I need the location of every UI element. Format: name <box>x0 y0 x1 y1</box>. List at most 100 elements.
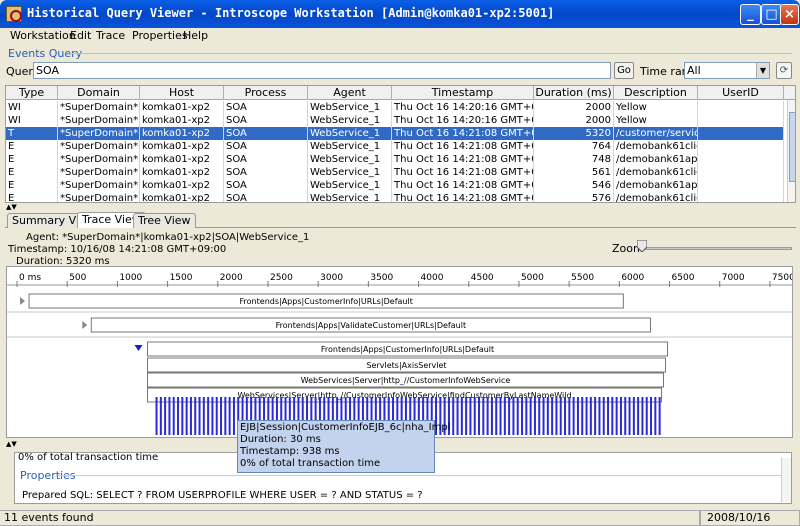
axis-tick-label: 6000 <box>621 273 644 283</box>
refresh-button[interactable]: ⟳ <box>776 62 792 79</box>
table-row[interactable]: E *SuperDomain* komka01-xp2 SOA WebService_1… <box>6 192 784 202</box>
table-cell: 2000 <box>534 114 614 127</box>
table-cell: *SuperDomain* <box>60 101 140 114</box>
call-bar <box>228 397 231 435</box>
zoom-slider-thumb[interactable] <box>637 240 647 252</box>
call-bar <box>181 397 184 435</box>
column-header[interactable]: Type <box>6 86 58 100</box>
table-row[interactable]: E *SuperDomain* komka01-xp2 SOA WebService_1… <box>6 140 784 153</box>
menu-edit[interactable]: Edit <box>70 29 91 42</box>
call-bar <box>632 397 635 435</box>
menu-workstation[interactable]: Workstation <box>10 29 76 42</box>
column-header[interactable]: Agent <box>308 86 392 100</box>
call-bar <box>628 397 631 435</box>
axis-tick-label: 5500 <box>571 273 594 283</box>
table-cell: SOA <box>224 114 308 127</box>
call-bar <box>546 397 549 435</box>
maximize-button[interactable]: □ <box>761 4 782 25</box>
call-bar <box>572 397 575 435</box>
call-bar <box>460 397 463 435</box>
call-bar <box>486 397 489 435</box>
axis-tick-label: 3000 <box>320 273 343 283</box>
menu-help[interactable]: Help <box>183 29 208 42</box>
table-cell <box>698 192 784 202</box>
column-header[interactable]: Timestamp <box>392 86 534 100</box>
maximize-icon: □ <box>765 7 778 22</box>
table-cell: E <box>6 140 58 153</box>
call-bar <box>637 397 640 435</box>
column-header[interactable]: UserID <box>698 86 784 100</box>
table-cell: Yellow <box>614 114 698 127</box>
call-bar <box>189 397 192 435</box>
call-bar <box>589 397 592 435</box>
table-cell: WebService_1 <box>308 127 392 140</box>
call-bar <box>452 397 455 435</box>
details-scrollbar[interactable] <box>781 458 791 502</box>
table-cell: WI <box>6 114 58 127</box>
call-bar <box>512 397 515 435</box>
trace-span-label: WebServices|Server|http_//CustomerInfoWe… <box>301 376 511 385</box>
trace-span-label: Frontends|Apps|CustomerInfo|URLs|Default <box>321 345 494 354</box>
column-header[interactable]: Host <box>140 86 224 100</box>
scrollbar-thumb[interactable] <box>789 112 795 182</box>
tab-tree-view[interactable]: Tree View <box>133 213 196 228</box>
menu-properties[interactable]: Properties <box>132 29 188 42</box>
call-bar <box>645 397 648 435</box>
zoom-slider[interactable] <box>640 247 792 250</box>
column-header[interactable]: Description <box>614 86 698 100</box>
call-bar <box>559 397 562 435</box>
table-cell <box>698 127 784 140</box>
table-header: Type Domain Host Process Agent Timestamp Durat… <box>6 86 795 100</box>
table-cell: E <box>6 166 58 179</box>
table-cell <box>698 101 784 114</box>
trace-tooltip: EJB|Session|CustomerInfoEJB_6c|nha_Impl … <box>237 420 451 473</box>
table-row[interactable]: WI *SuperDomain* komka01-xp2 SOA WebService_… <box>6 114 784 127</box>
call-bar <box>503 397 506 435</box>
column-header[interactable]: Domain <box>58 86 140 100</box>
column-header[interactable]: Duration (ms) <box>534 86 614 100</box>
call-bar <box>641 397 644 435</box>
table-cell: komka01-xp2 <box>140 101 224 114</box>
call-bar <box>499 397 502 435</box>
trace-span-label: Frontends|Apps|ValidateCustomer|URLs|Def… <box>276 321 466 330</box>
refresh-icon: ⟳ <box>779 65 789 76</box>
axis-tick-label: 5000 <box>521 273 544 283</box>
table-cell: komka01-xp2 <box>140 192 224 202</box>
column-header[interactable]: Process <box>224 86 308 100</box>
table-row[interactable]: E *SuperDomain* komka01-xp2 SOA WebService_1… <box>6 153 784 166</box>
chevron-down-icon[interactable]: ▼ <box>756 63 769 78</box>
call-bar <box>555 397 558 435</box>
expand-arrow-icon <box>20 297 26 305</box>
go-button[interactable]: Go <box>614 62 634 79</box>
trace-timestamp: Timestamp: 10/16/08 14:21:08 GMT+09:00 <box>8 244 227 255</box>
call-bar <box>211 397 214 435</box>
minimize-button[interactable]: _ <box>740 4 761 25</box>
table-row[interactable]: T *SuperDomain* komka01-xp2 SOA WebService_1… <box>6 127 784 140</box>
table-cell: komka01-xp2 <box>140 114 224 127</box>
axis-tick-label: 2500 <box>270 273 293 283</box>
call-bar <box>658 397 661 435</box>
table-row[interactable]: WI *SuperDomain* komka01-xp2 SOA WebService_… <box>6 101 784 114</box>
axis-tick-label: 4500 <box>471 273 494 283</box>
table-cell: E <box>6 179 58 192</box>
call-bar <box>177 397 180 435</box>
table-cell: Yellow <box>614 101 698 114</box>
table-row[interactable]: E *SuperDomain* komka01-xp2 SOA WebService_1… <box>6 166 784 179</box>
call-bar <box>155 397 158 435</box>
trace-canvas[interactable]: 0 ms 500 1000 1500 2000 2500 3000 3500 4000 4500 5… <box>6 266 793 438</box>
table-cell: *SuperDomain* <box>60 166 140 179</box>
call-bar <box>224 397 227 435</box>
close-button[interactable]: × <box>780 4 799 25</box>
collapse-arrow-icon <box>134 345 143 351</box>
call-bar <box>521 397 524 435</box>
prepared-sql-text: Prepared SQL: SELECT ? FROM USERPROFILE … <box>22 490 423 501</box>
axis-tick-label: 1500 <box>170 273 193 283</box>
table-cell: WebService_1 <box>308 192 392 202</box>
split-pane-arrows[interactable]: ▲▼ <box>6 203 17 211</box>
table-scrollbar[interactable] <box>787 100 795 202</box>
table-row[interactable]: E *SuperDomain* komka01-xp2 SOA WebService_1… <box>6 179 784 192</box>
tooltip-pct: 0% of total transaction time <box>240 458 381 469</box>
split-pane-arrows[interactable]: ▲▼ <box>6 440 17 448</box>
menu-trace[interactable]: Trace <box>96 29 125 42</box>
query-input[interactable]: SOA <box>33 62 611 79</box>
